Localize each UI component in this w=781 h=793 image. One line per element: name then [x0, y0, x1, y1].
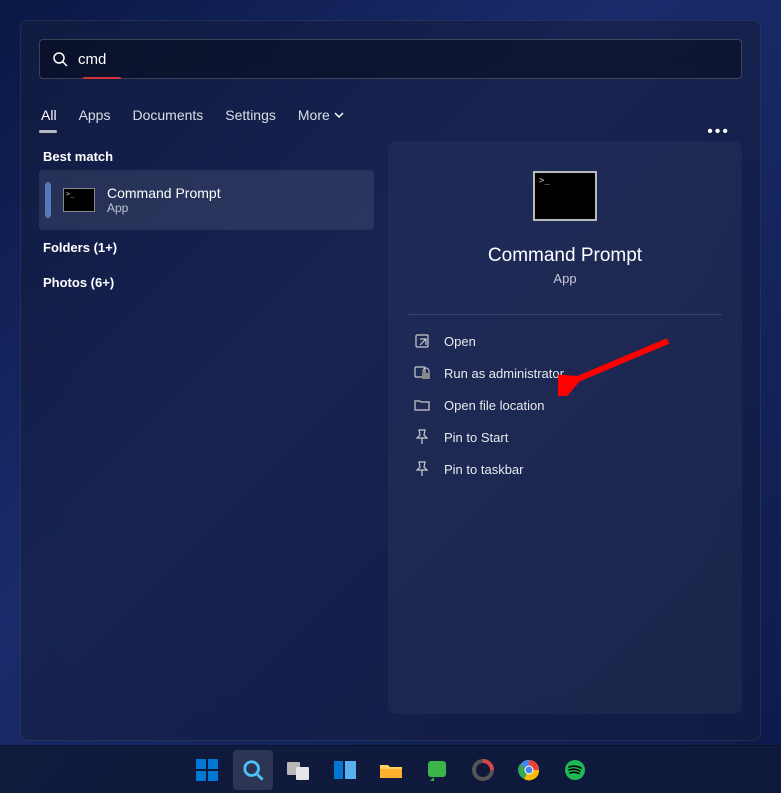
tab-more-label: More: [298, 107, 330, 123]
pin-start-icon: [414, 429, 430, 445]
search-input[interactable]: [78, 51, 729, 68]
action-label: Pin to Start: [444, 430, 508, 445]
chevron-down-icon: [334, 110, 344, 120]
admin-icon: [414, 365, 430, 381]
action-pin-to-start[interactable]: Pin to Start: [408, 421, 722, 453]
taskbar: [0, 745, 781, 793]
tab-settings[interactable]: Settings: [223, 101, 278, 133]
best-match-result[interactable]: Command Prompt App: [39, 170, 374, 230]
taskbar-chrome[interactable]: [509, 750, 549, 790]
taskview-icon: [286, 759, 312, 781]
action-list: Open Run as administrator Open file loca…: [408, 325, 722, 485]
folder-icon: [378, 759, 404, 781]
command-prompt-icon: [533, 171, 597, 221]
tab-documents[interactable]: Documents: [130, 101, 205, 133]
selection-indicator: [45, 182, 51, 218]
result-title: Command Prompt: [107, 185, 221, 201]
result-subtitle: App: [107, 201, 221, 215]
action-label: Pin to taskbar: [444, 462, 524, 477]
divider: [408, 314, 722, 315]
chrome-icon: [516, 759, 542, 781]
taskbar-app-green[interactable]: [417, 750, 457, 790]
filter-tabs: All Apps Documents Settings More: [21, 89, 760, 133]
tab-more[interactable]: More: [296, 101, 346, 133]
taskbar-app-circle[interactable]: [463, 750, 503, 790]
pin-taskbar-icon: [414, 461, 430, 477]
detail-title: Command Prompt: [488, 245, 642, 267]
category-folders[interactable]: Folders (1+): [39, 230, 374, 265]
action-label: Open file location: [444, 398, 544, 413]
results-column: Best match Command Prompt App Folders (1…: [39, 141, 374, 714]
search-icon: [242, 759, 264, 781]
search-bar[interactable]: [39, 39, 742, 79]
action-open[interactable]: Open: [408, 325, 722, 357]
start-search-panel: All Apps Documents Settings More ••• Bes…: [20, 20, 761, 741]
spellcheck-underline: [83, 77, 121, 79]
action-pin-to-taskbar[interactable]: Pin to taskbar: [408, 453, 722, 485]
taskbar-taskview[interactable]: [279, 750, 319, 790]
tab-all[interactable]: All: [39, 101, 59, 133]
widgets-icon: [332, 759, 358, 781]
action-open-file-location[interactable]: Open file location: [408, 389, 722, 421]
taskbar-spotify[interactable]: [555, 750, 595, 790]
app-icon: [424, 759, 450, 781]
action-label: Open: [444, 334, 476, 349]
taskbar-search[interactable]: [233, 750, 273, 790]
start-button[interactable]: [187, 750, 227, 790]
taskbar-explorer[interactable]: [371, 750, 411, 790]
category-photos[interactable]: Photos (6+): [39, 265, 374, 300]
app-icon: [470, 759, 496, 781]
action-label: Run as administrator: [444, 366, 564, 381]
open-icon: [414, 333, 430, 349]
more-options-button[interactable]: •••: [707, 123, 730, 141]
spotify-icon: [562, 759, 588, 781]
action-run-as-administrator[interactable]: Run as administrator: [408, 357, 722, 389]
detail-subtitle: App: [553, 271, 576, 286]
tab-apps[interactable]: Apps: [77, 101, 113, 133]
folder-icon: [414, 397, 430, 413]
detail-panel: Command Prompt App Open Run as administr…: [388, 141, 742, 714]
best-match-heading: Best match: [43, 149, 374, 164]
command-prompt-icon: [63, 188, 95, 212]
search-icon: [52, 51, 68, 67]
taskbar-widgets[interactable]: [325, 750, 365, 790]
